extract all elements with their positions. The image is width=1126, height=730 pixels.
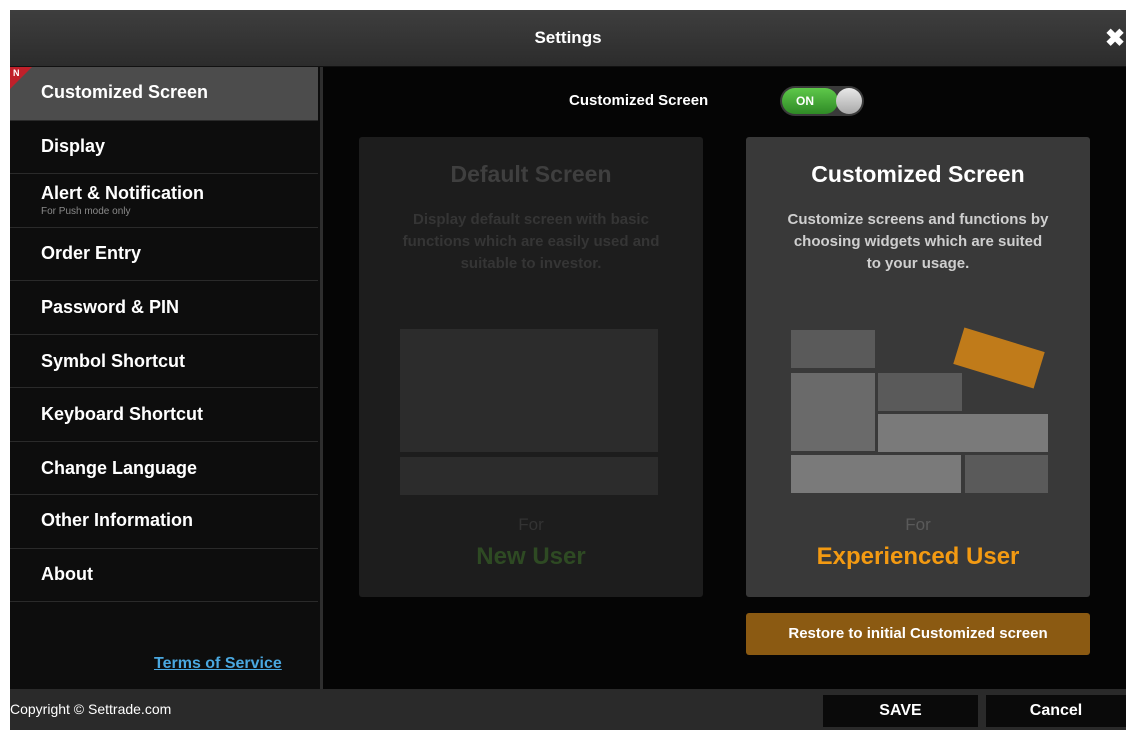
- settings-window: Settings ✖ N Customized Screen Display A…: [10, 10, 1126, 730]
- restore-customized-screen-button[interactable]: Restore to initial Customized screen: [746, 613, 1090, 655]
- card-description: Customize screens and functions by choos…: [787, 211, 1049, 272]
- toggle-label: Customized Screen: [569, 92, 709, 109]
- close-icon[interactable]: ✖: [1104, 27, 1126, 51]
- sidebar-item-label: Keyboard Shortcut: [41, 404, 204, 424]
- sidebar-item-label: Customized Screen: [41, 82, 209, 102]
- card-title: Customized Screen: [811, 161, 1025, 187]
- sidebar-item-order-entry[interactable]: Order Entry: [10, 228, 318, 281]
- toggle-knob: [836, 88, 862, 114]
- sidebar-item-about[interactable]: About: [10, 549, 318, 602]
- sidebar-item-label: Alert & Notification: [41, 183, 205, 203]
- widget-preview-block: [878, 373, 962, 411]
- save-button[interactable]: SAVE: [823, 695, 978, 727]
- widget-preview-block: [878, 414, 1048, 452]
- card-description: Display default screen with basic functi…: [402, 211, 660, 272]
- sidebar-item-label: About: [41, 564, 93, 584]
- terms-of-service-link[interactable]: Terms of Service: [154, 655, 282, 673]
- sidebar-item-label: Symbol Shortcut: [41, 351, 186, 371]
- window-title: Settings: [534, 28, 602, 47]
- sidebar-item-password-pin[interactable]: Password & PIN: [10, 281, 318, 335]
- sidebar-item-change-language[interactable]: Change Language: [10, 442, 318, 495]
- widget-preview-block: [791, 330, 875, 368]
- dragging-widget-block: [953, 327, 1045, 389]
- card-user-label: Experienced User: [816, 543, 1020, 570]
- sidebar-item-other-information[interactable]: Other Information: [10, 495, 318, 549]
- sidebar-item-customized-screen[interactable]: N Customized Screen: [10, 67, 318, 121]
- card-title: Default Screen: [450, 161, 612, 187]
- card-for-label: For: [518, 515, 544, 534]
- copyright-text: Copyright © Settrade.com: [10, 701, 172, 717]
- widget-preview-block: [791, 373, 875, 451]
- sidebar-item-label: Change Language: [41, 458, 198, 478]
- footer-bar: Copyright © Settrade.com SAVE Cancel: [10, 689, 1126, 730]
- sidebar-item-label: Display: [41, 136, 106, 156]
- sidebar-item-display[interactable]: Display: [10, 121, 318, 174]
- toggle-state-label: ON: [782, 88, 838, 114]
- card-for-label: For: [905, 515, 931, 534]
- customized-screen-toggle[interactable]: ON: [780, 86, 864, 116]
- default-screen-card[interactable]: Default Screen Display default screen wi…: [359, 137, 703, 597]
- sidebar-item-alert-notification[interactable]: Alert & Notification For Push mode only: [10, 174, 318, 228]
- sidebar-item-symbol-shortcut[interactable]: Symbol Shortcut: [10, 335, 318, 388]
- card-user-label: New User: [476, 543, 586, 570]
- cancel-button[interactable]: Cancel: [986, 695, 1126, 727]
- sidebar-item-label: Other Information: [41, 510, 193, 530]
- layout-preview-bottom-block: [400, 457, 658, 495]
- sidebar-item-sublabel: For Push mode only: [41, 206, 131, 217]
- title-bar: Settings ✖: [10, 10, 1126, 67]
- sidebar-item-label: Password & PIN: [41, 297, 180, 317]
- layout-preview-main-block: [400, 329, 658, 452]
- new-badge-label: N: [13, 68, 20, 78]
- widget-preview-block: [965, 455, 1048, 493]
- sidebar-item-keyboard-shortcut[interactable]: Keyboard Shortcut: [10, 388, 318, 442]
- customized-screen-card[interactable]: Customized Screen Customize screens and …: [746, 137, 1090, 597]
- sidebar-item-label: Order Entry: [41, 243, 142, 263]
- widget-preview-block: [791, 455, 961, 493]
